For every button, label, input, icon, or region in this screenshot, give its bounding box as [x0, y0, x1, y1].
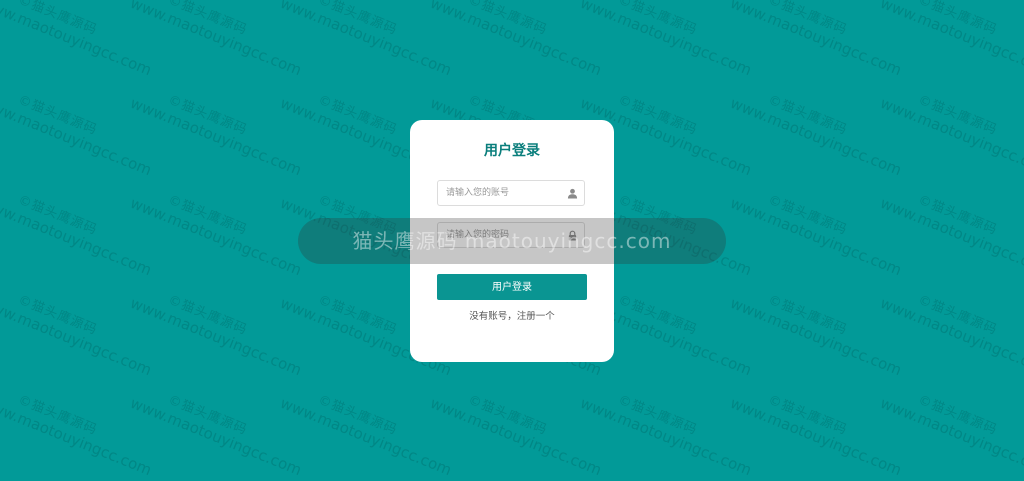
username-input[interactable]: [446, 181, 564, 205]
watermark-tile: ©猫头鹰源码www.maotouyingcc.com: [877, 0, 1024, 80]
password-input[interactable]: [446, 223, 564, 247]
watermark-tile: ©猫头鹰源码www.maotouyingcc.com: [277, 380, 460, 480]
watermark-line1: ©猫头鹰源码: [915, 0, 1000, 39]
watermark-line1: ©猫头鹰源码: [315, 0, 400, 39]
watermark-line1: ©猫头鹰源码: [15, 92, 100, 139]
watermark-line2: www.maotouyingcc.com: [727, 193, 905, 280]
watermark-line1: ©猫头鹰源码: [465, 392, 550, 439]
watermark-line2: www.maotouyingcc.com: [277, 393, 455, 480]
watermark-line1: ©猫头鹰源码: [165, 92, 250, 139]
watermark-tile: ©猫头鹰源码www.maotouyingcc.com: [127, 380, 310, 480]
watermark-line1: ©猫头鹰源码: [15, 192, 100, 239]
password-field[interactable]: [437, 222, 585, 248]
watermark-line2: www.maotouyingcc.com: [127, 93, 305, 180]
watermark-tile: ©猫头鹰源码www.maotouyingcc.com: [127, 280, 310, 380]
watermark-line2: www.maotouyingcc.com: [0, 293, 155, 380]
watermark-line2: www.maotouyingcc.com: [127, 293, 305, 380]
watermark-tile: ©猫头鹰源码www.maotouyingcc.com: [0, 0, 160, 80]
watermark-tile: ©猫头鹰源码www.maotouyingcc.com: [727, 0, 910, 80]
watermark-line1: ©猫头鹰源码: [915, 192, 1000, 239]
watermark-line2: www.maotouyingcc.com: [0, 0, 155, 80]
watermark-tile: ©猫头鹰源码www.maotouyingcc.com: [727, 80, 910, 180]
lock-icon: [568, 230, 577, 241]
watermark-line1: ©猫头鹰源码: [465, 0, 550, 39]
watermark-line2: www.maotouyingcc.com: [0, 93, 155, 180]
watermark-tile: ©猫头鹰源码www.maotouyingcc.com: [0, 180, 160, 280]
watermark-tile: ©猫头鹰源码www.maotouyingcc.com: [727, 380, 910, 480]
watermark-tile: ©猫头鹰源码www.maotouyingcc.com: [727, 180, 910, 280]
watermark-line2: www.maotouyingcc.com: [0, 393, 155, 480]
watermark-tile: ©猫头鹰源码www.maotouyingcc.com: [577, 0, 760, 80]
watermark-line2: www.maotouyingcc.com: [127, 393, 305, 480]
watermark-line2: www.maotouyingcc.com: [877, 293, 1024, 380]
watermark-line2: www.maotouyingcc.com: [577, 0, 755, 80]
watermark-tile: ©猫头鹰源码www.maotouyingcc.com: [127, 180, 310, 280]
watermark-tile: ©猫头鹰源码www.maotouyingcc.com: [277, 0, 460, 80]
watermark-line2: www.maotouyingcc.com: [127, 193, 305, 280]
login-button[interactable]: 用户登录: [437, 274, 587, 300]
watermark-line1: ©猫头鹰源码: [615, 392, 700, 439]
watermark-tile: ©猫头鹰源码www.maotouyingcc.com: [0, 280, 160, 380]
watermark-tile: ©猫头鹰源码www.maotouyingcc.com: [877, 80, 1024, 180]
watermark-line1: ©猫头鹰源码: [765, 392, 850, 439]
watermark-line1: ©猫头鹰源码: [315, 392, 400, 439]
watermark-line1: ©猫头鹰源码: [915, 92, 1000, 139]
watermark-line1: ©猫头鹰源码: [165, 192, 250, 239]
watermark-line1: ©猫头鹰源码: [765, 92, 850, 139]
user-icon: [567, 188, 578, 199]
watermark-line1: ©猫头鹰源码: [165, 292, 250, 339]
watermark-line2: www.maotouyingcc.com: [877, 93, 1024, 180]
watermark-tile: ©猫头鹰源码www.maotouyingcc.com: [0, 80, 160, 180]
watermark-line2: www.maotouyingcc.com: [727, 93, 905, 180]
watermark-tile: ©猫头鹰源码www.maotouyingcc.com: [0, 380, 160, 480]
watermark-tile: ©猫头鹰源码www.maotouyingcc.com: [877, 380, 1024, 480]
watermark-line2: www.maotouyingcc.com: [0, 193, 155, 280]
watermark-line2: www.maotouyingcc.com: [427, 393, 605, 480]
watermark-line1: ©猫头鹰源码: [15, 0, 100, 39]
watermark-tile: ©猫头鹰源码www.maotouyingcc.com: [727, 280, 910, 380]
watermark-line2: www.maotouyingcc.com: [277, 0, 455, 80]
watermark-line1: ©猫头鹰源码: [15, 292, 100, 339]
watermark-line2: www.maotouyingcc.com: [877, 393, 1024, 480]
watermark-line2: www.maotouyingcc.com: [877, 193, 1024, 280]
watermark-tile: ©猫头鹰源码www.maotouyingcc.com: [877, 280, 1024, 380]
watermark-line1: ©猫头鹰源码: [765, 292, 850, 339]
watermark-line2: www.maotouyingcc.com: [727, 0, 905, 80]
watermark-line1: ©猫头鹰源码: [165, 0, 250, 39]
watermark-line2: www.maotouyingcc.com: [877, 0, 1024, 80]
username-field[interactable]: [437, 180, 585, 206]
watermark-line2: www.maotouyingcc.com: [427, 0, 605, 80]
watermark-line2: www.maotouyingcc.com: [577, 393, 755, 480]
watermark-tile: ©猫头鹰源码www.maotouyingcc.com: [127, 0, 310, 80]
watermark-tile: ©猫头鹰源码www.maotouyingcc.com: [877, 180, 1024, 280]
watermark-line2: www.maotouyingcc.com: [727, 393, 905, 480]
watermark-line2: www.maotouyingcc.com: [727, 293, 905, 380]
watermark-line1: ©猫头鹰源码: [15, 392, 100, 439]
watermark-tile: ©猫头鹰源码www.maotouyingcc.com: [427, 0, 610, 80]
register-link[interactable]: 没有账号，注册一个: [410, 308, 614, 322]
login-title: 用户登录: [484, 143, 540, 159]
watermark-tile: ©猫头鹰源码www.maotouyingcc.com: [127, 80, 310, 180]
watermark-line1: ©猫头鹰源码: [915, 392, 1000, 439]
watermark-line2: www.maotouyingcc.com: [127, 0, 305, 80]
watermark-line1: ©猫头鹰源码: [765, 192, 850, 239]
watermark-line1: ©猫头鹰源码: [615, 0, 700, 39]
watermark-tile: ©猫头鹰源码www.maotouyingcc.com: [577, 380, 760, 480]
watermark-line1: ©猫头鹰源码: [765, 0, 850, 39]
watermark-line1: ©猫头鹰源码: [165, 392, 250, 439]
watermark-line1: ©猫头鹰源码: [915, 292, 1000, 339]
watermark-tile: ©猫头鹰源码www.maotouyingcc.com: [427, 380, 610, 480]
